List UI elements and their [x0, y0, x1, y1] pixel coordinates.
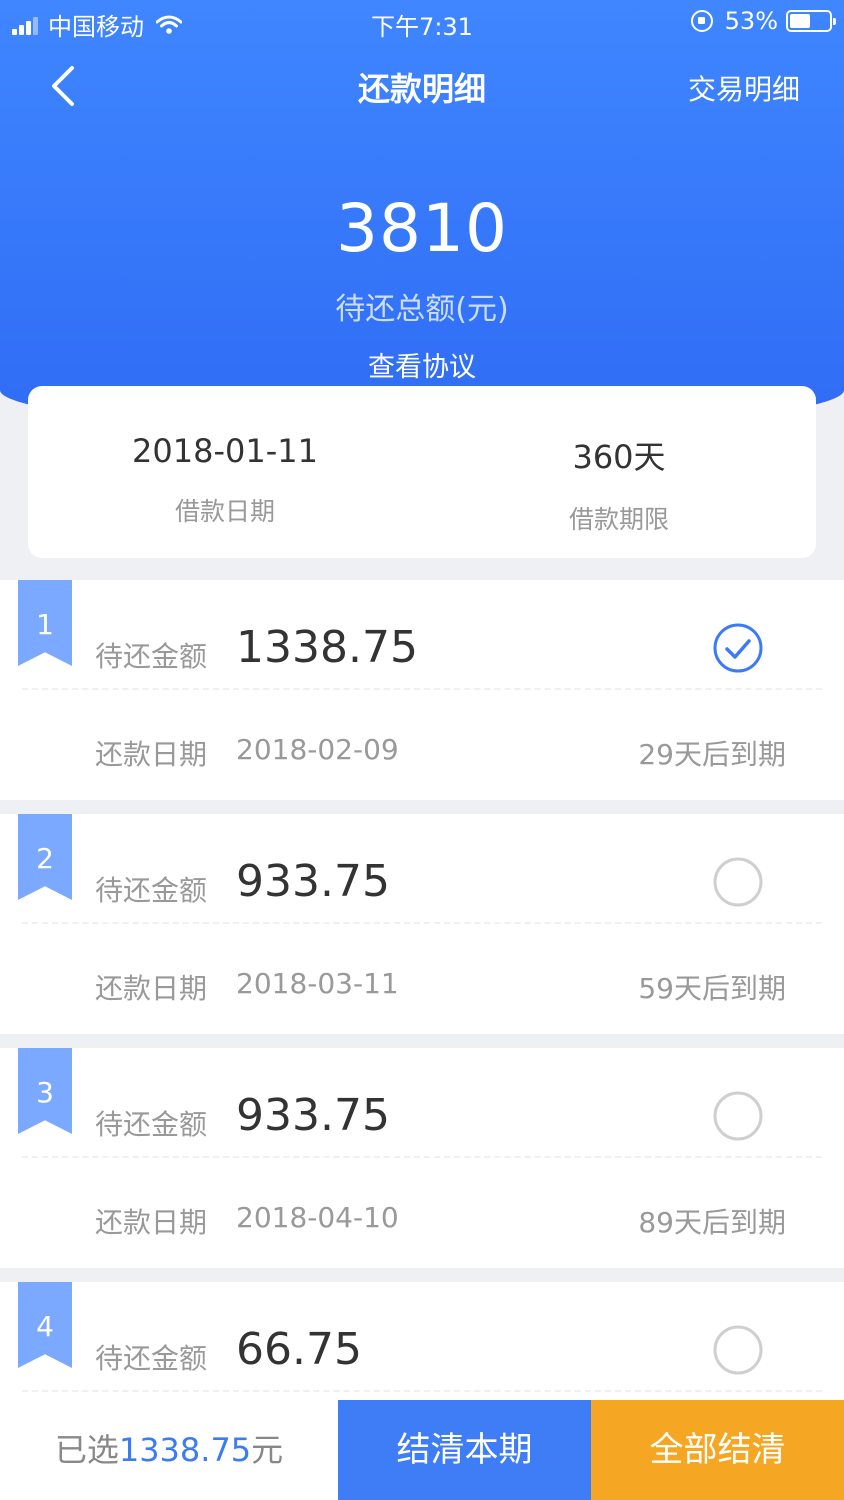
amount-label: 待还金额 — [95, 1342, 208, 1375]
installment-card[interactable]: 3 待还金额 933.75 还款日期 2018-04-10 89天后到期 — [0, 1048, 844, 1268]
checkmark-circle-icon[interactable] — [712, 622, 764, 674]
installment-card[interactable]: 1 待还金额 1338.75 还款日期 2018-02-09 29天后到期 — [0, 580, 844, 800]
loan-term-label: 借款期限 — [568, 505, 669, 534]
installment-index-badge: 1 — [18, 580, 72, 666]
due-countdown: 59天后到期 — [638, 972, 786, 1005]
rotation-lock-icon — [690, 10, 713, 32]
amount-value: 1338.75 — [236, 622, 418, 673]
loan-date-label: 借款日期 — [174, 497, 275, 526]
battery-icon — [786, 10, 836, 32]
transaction-details-link[interactable]: 交易明细 — [688, 68, 800, 108]
repay-date-label: 还款日期 — [95, 1206, 208, 1239]
amount-value: 66.75 — [236, 1324, 362, 1375]
empty-circle-icon[interactable] — [712, 1324, 764, 1376]
amount-label: 待还金额 — [95, 640, 208, 673]
due-countdown: 89天后到期 — [638, 1206, 786, 1239]
divider — [22, 1156, 822, 1158]
divider — [22, 1390, 822, 1392]
navbar: 还款明细 交易明细 — [0, 44, 844, 128]
installment-index-badge: 3 — [18, 1048, 72, 1134]
empty-circle-icon[interactable] — [712, 1090, 764, 1142]
selected-amount: 1338.75 — [118, 1431, 252, 1469]
view-agreement-link[interactable]: 查看协议 — [0, 345, 844, 384]
battery-percent: 53% — [724, 7, 778, 35]
loan-term-value: 360天 — [572, 438, 666, 476]
repay-date-label: 还款日期 — [95, 738, 208, 771]
amount-value: 933.75 — [236, 856, 390, 907]
bottom-action-bar: 已选1338.75元 结清本期 全部结清 — [0, 1400, 844, 1500]
selected-total: 已选1338.75元 — [0, 1400, 338, 1500]
status-bar: 中国移动 下午7:31 53% — [0, 0, 844, 44]
repay-date-value: 2018-03-11 — [236, 967, 399, 1000]
divider — [22, 922, 822, 924]
repay-date-value: 2018-02-09 — [236, 733, 399, 766]
empty-circle-icon[interactable] — [712, 856, 764, 908]
amount-label: 待还金额 — [95, 1108, 208, 1141]
settle-all-button[interactable]: 全部结清 — [591, 1400, 844, 1500]
due-countdown: 29天后到期 — [638, 738, 786, 771]
repay-date-label: 还款日期 — [95, 972, 208, 1005]
installment-card[interactable]: 2 待还金额 933.75 还款日期 2018-03-11 59天后到期 — [0, 814, 844, 1034]
repay-date-value: 2018-04-10 — [236, 1201, 399, 1234]
loan-date-value: 2018-01-11 — [132, 432, 318, 470]
total-amount-label: 待还总额(元) — [335, 292, 509, 327]
divider — [22, 688, 822, 690]
settle-period-button[interactable]: 结清本期 — [338, 1400, 591, 1500]
installment-index-badge: 2 — [18, 814, 72, 900]
installment-index-badge: 4 — [18, 1282, 72, 1368]
amount-label: 待还金额 — [95, 874, 208, 907]
amount-value: 933.75 — [236, 1090, 390, 1141]
total-amount: 3810 — [336, 190, 508, 267]
loan-info-card: 2018-01-11 借款日期 360天 借款期限 — [28, 386, 816, 558]
